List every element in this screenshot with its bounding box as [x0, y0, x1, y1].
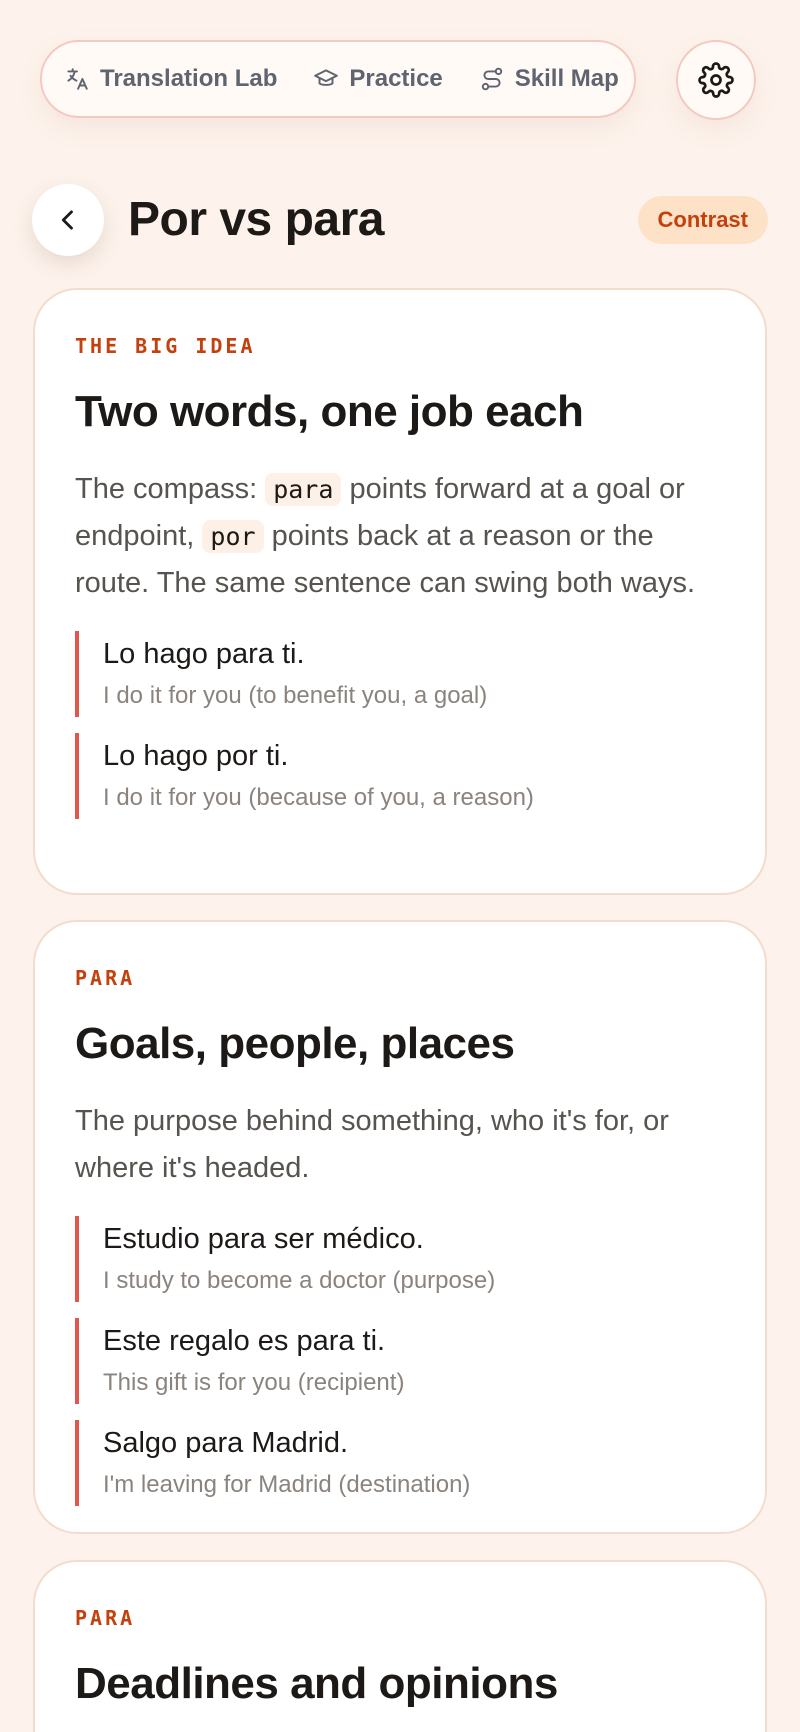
card-title: Goals, people, places: [75, 1019, 515, 1068]
nav-label: Skill Map: [514, 65, 619, 92]
lesson-card-para-goals: PARA Goals, people, places The purpose b…: [33, 920, 767, 1534]
example-english: I do it for you (because of you, a reaso…: [103, 784, 534, 811]
card-eyebrow: THE BIG IDEA: [75, 334, 256, 358]
inline-code-para: para: [265, 473, 342, 506]
translate-icon: [67, 68, 88, 90]
example-english: I'm leaving for Madrid (destination): [103, 1471, 471, 1498]
graduation-cap-icon: [314, 69, 339, 86]
status-badge: Contrast: [637, 196, 768, 244]
gear-icon: [698, 62, 734, 98]
example-spanish: Salgo para Madrid.: [103, 1427, 349, 1459]
nav-item-skill-map[interactable]: Skill Map: [479, 65, 619, 93]
chevron-left-icon: [61, 210, 73, 230]
nav-pill: Translation Lab Practice Skill Map: [40, 40, 636, 118]
body-text: The compass:: [75, 473, 266, 505]
example-item: Lo hago por ti. I do it for you (because…: [75, 733, 725, 819]
example-english: I do it for you (to benefit you, a goal): [103, 682, 488, 709]
example-item: Estudio para ser médico. I study to beco…: [75, 1216, 725, 1302]
inline-code-por: por: [202, 520, 264, 553]
nav-label: Translation Lab: [100, 65, 278, 92]
example-spanish: Lo hago por ti.: [103, 740, 289, 772]
page-title: Por vs para: [128, 193, 384, 246]
card-body: The compass: para points forward at a go…: [75, 466, 725, 607]
example-english: This gift is for you (recipient): [103, 1369, 405, 1396]
nav-item-translation-lab[interactable]: Translation Lab: [64, 65, 277, 93]
nav-item-practice[interactable]: Practice: [313, 65, 443, 93]
route-icon: [481, 67, 502, 91]
example-spanish: Lo hago para ti.: [103, 638, 305, 670]
example-item: Este regalo es para ti. This gift is for…: [75, 1318, 725, 1404]
example-english: I study to become a doctor (purpose): [103, 1267, 496, 1294]
nav-label: Practice: [349, 65, 443, 92]
card-title: Two words, one job each: [75, 387, 584, 436]
top-bar: Translation Lab Practice Skill Map: [40, 40, 756, 120]
card-body: The purpose behind something, who it's f…: [75, 1105, 669, 1184]
example-spanish: Estudio para ser médico.: [103, 1223, 424, 1255]
lesson-card-para-deadlines: PARA Deadlines and opinions: [33, 1560, 767, 1732]
example-spanish: Este regalo es para ti.: [103, 1325, 386, 1357]
back-button[interactable]: [32, 184, 104, 256]
examples-list: Lo hago para ti. I do it for you (to ben…: [75, 631, 725, 819]
lesson-header: Por vs para Contrast: [32, 184, 768, 256]
card-eyebrow: PARA: [75, 966, 136, 990]
example-item: Lo hago para ti. I do it for you (to ben…: [75, 631, 725, 717]
settings-button[interactable]: [676, 40, 756, 120]
card-eyebrow: PARA: [75, 1606, 136, 1630]
card-title: Deadlines and opinions: [75, 1659, 558, 1708]
example-item: Salgo para Madrid. I'm leaving for Madri…: [75, 1420, 725, 1506]
examples-list: Estudio para ser médico. I study to beco…: [75, 1216, 725, 1506]
lesson-card-big-idea: THE BIG IDEA Two words, one job each The…: [33, 288, 767, 895]
